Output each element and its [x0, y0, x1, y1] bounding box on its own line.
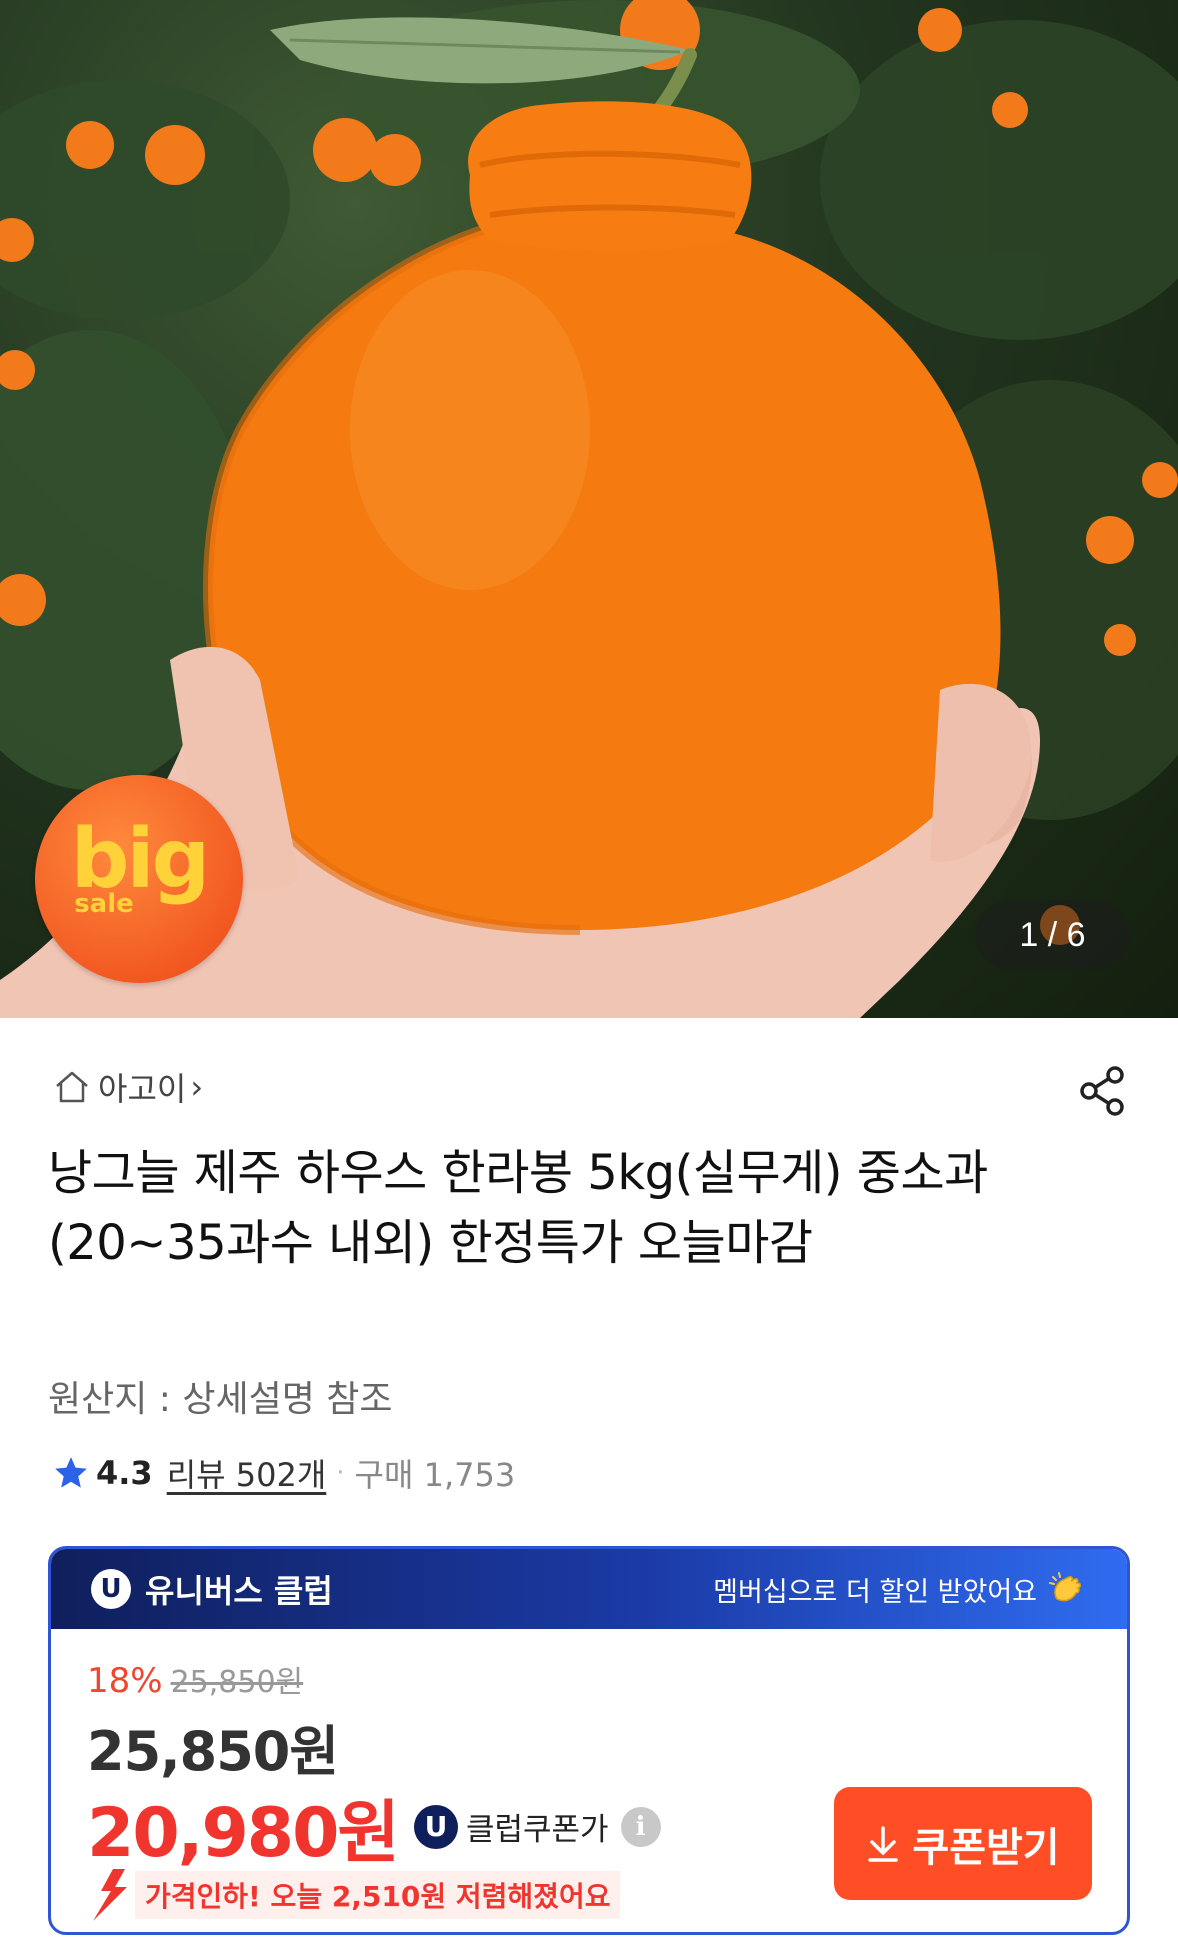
badge-sale-text: sale	[74, 889, 134, 919]
clapping-hands-icon	[1049, 1572, 1081, 1602]
origin-info: 원산지 : 상세설명 참조	[48, 1379, 393, 1420]
big-sale-badge: big sale	[35, 775, 243, 983]
product-title: 낭그늘 제주 하우스 한라봉 5kg(실무게) 중소과(20~35과수 내외) …	[48, 1145, 988, 1271]
get-coupon-button[interactable]: 쿠폰받기	[834, 1787, 1092, 1900]
share-icon[interactable]	[1075, 1063, 1131, 1119]
rating-row: 4.3 리뷰 502개 · 구매 1,753	[52, 1450, 515, 1496]
rating-value: 4.3	[96, 1454, 153, 1492]
info-icon[interactable]: i	[620, 1806, 661, 1847]
home-icon	[56, 1071, 88, 1103]
discount-percent: 18%	[87, 1661, 163, 1701]
badge-big-text: big	[70, 812, 211, 907]
separator-dot: ·	[336, 1458, 345, 1488]
price-drop-notice: 가격인하! 오늘 2,510원 저렴해졌어요	[87, 1869, 621, 1921]
product-image[interactable]: big sale 1 / 6	[0, 0, 1178, 1018]
universe-logo-icon: U	[413, 1804, 458, 1849]
club-name: 유니버스 클럽	[145, 1572, 333, 1610]
universe-logo-icon: U	[91, 1569, 131, 1609]
star-icon	[55, 1457, 87, 1488]
image-pager: 1 / 6	[975, 900, 1130, 970]
discount-row: 18% 25,850원	[87, 1657, 303, 1701]
store-link[interactable]: 아고이 ›	[52, 1062, 203, 1112]
download-icon	[868, 1825, 899, 1862]
store-name: 아고이	[98, 1071, 187, 1107]
club-coupon-price: 20,980원	[87, 1794, 400, 1873]
chevron-right-icon: ›	[190, 1068, 204, 1106]
sale-price: 25,850원	[87, 1720, 339, 1783]
original-price: 25,850원	[170, 1665, 304, 1700]
club-message: 멤버십으로 더 할인 받았어요	[713, 1576, 1037, 1608]
purchase-count: 구매 1,753	[354, 1456, 516, 1494]
reviews-link[interactable]: 리뷰 502개	[167, 1450, 327, 1496]
price-drop-text: 가격인하! 오늘 2,510원 저렴해졌어요	[135, 1871, 621, 1919]
club-coupon-label: 클럽쿠폰가	[465, 1812, 609, 1848]
price-down-arrow-icon	[93, 1869, 127, 1921]
get-coupon-label: 쿠폰받기	[912, 1824, 1060, 1871]
club-header: U 유니버스 클럽 멤버십으로 더 할인 받았어요	[51, 1549, 1127, 1629]
club-price-row: 20,980원 U 클럽쿠폰가 i	[87, 1777, 661, 1876]
universe-club-card: U 유니버스 클럽 멤버십으로 더 할인 받았어요 18% 25,850원 25…	[48, 1546, 1130, 1935]
